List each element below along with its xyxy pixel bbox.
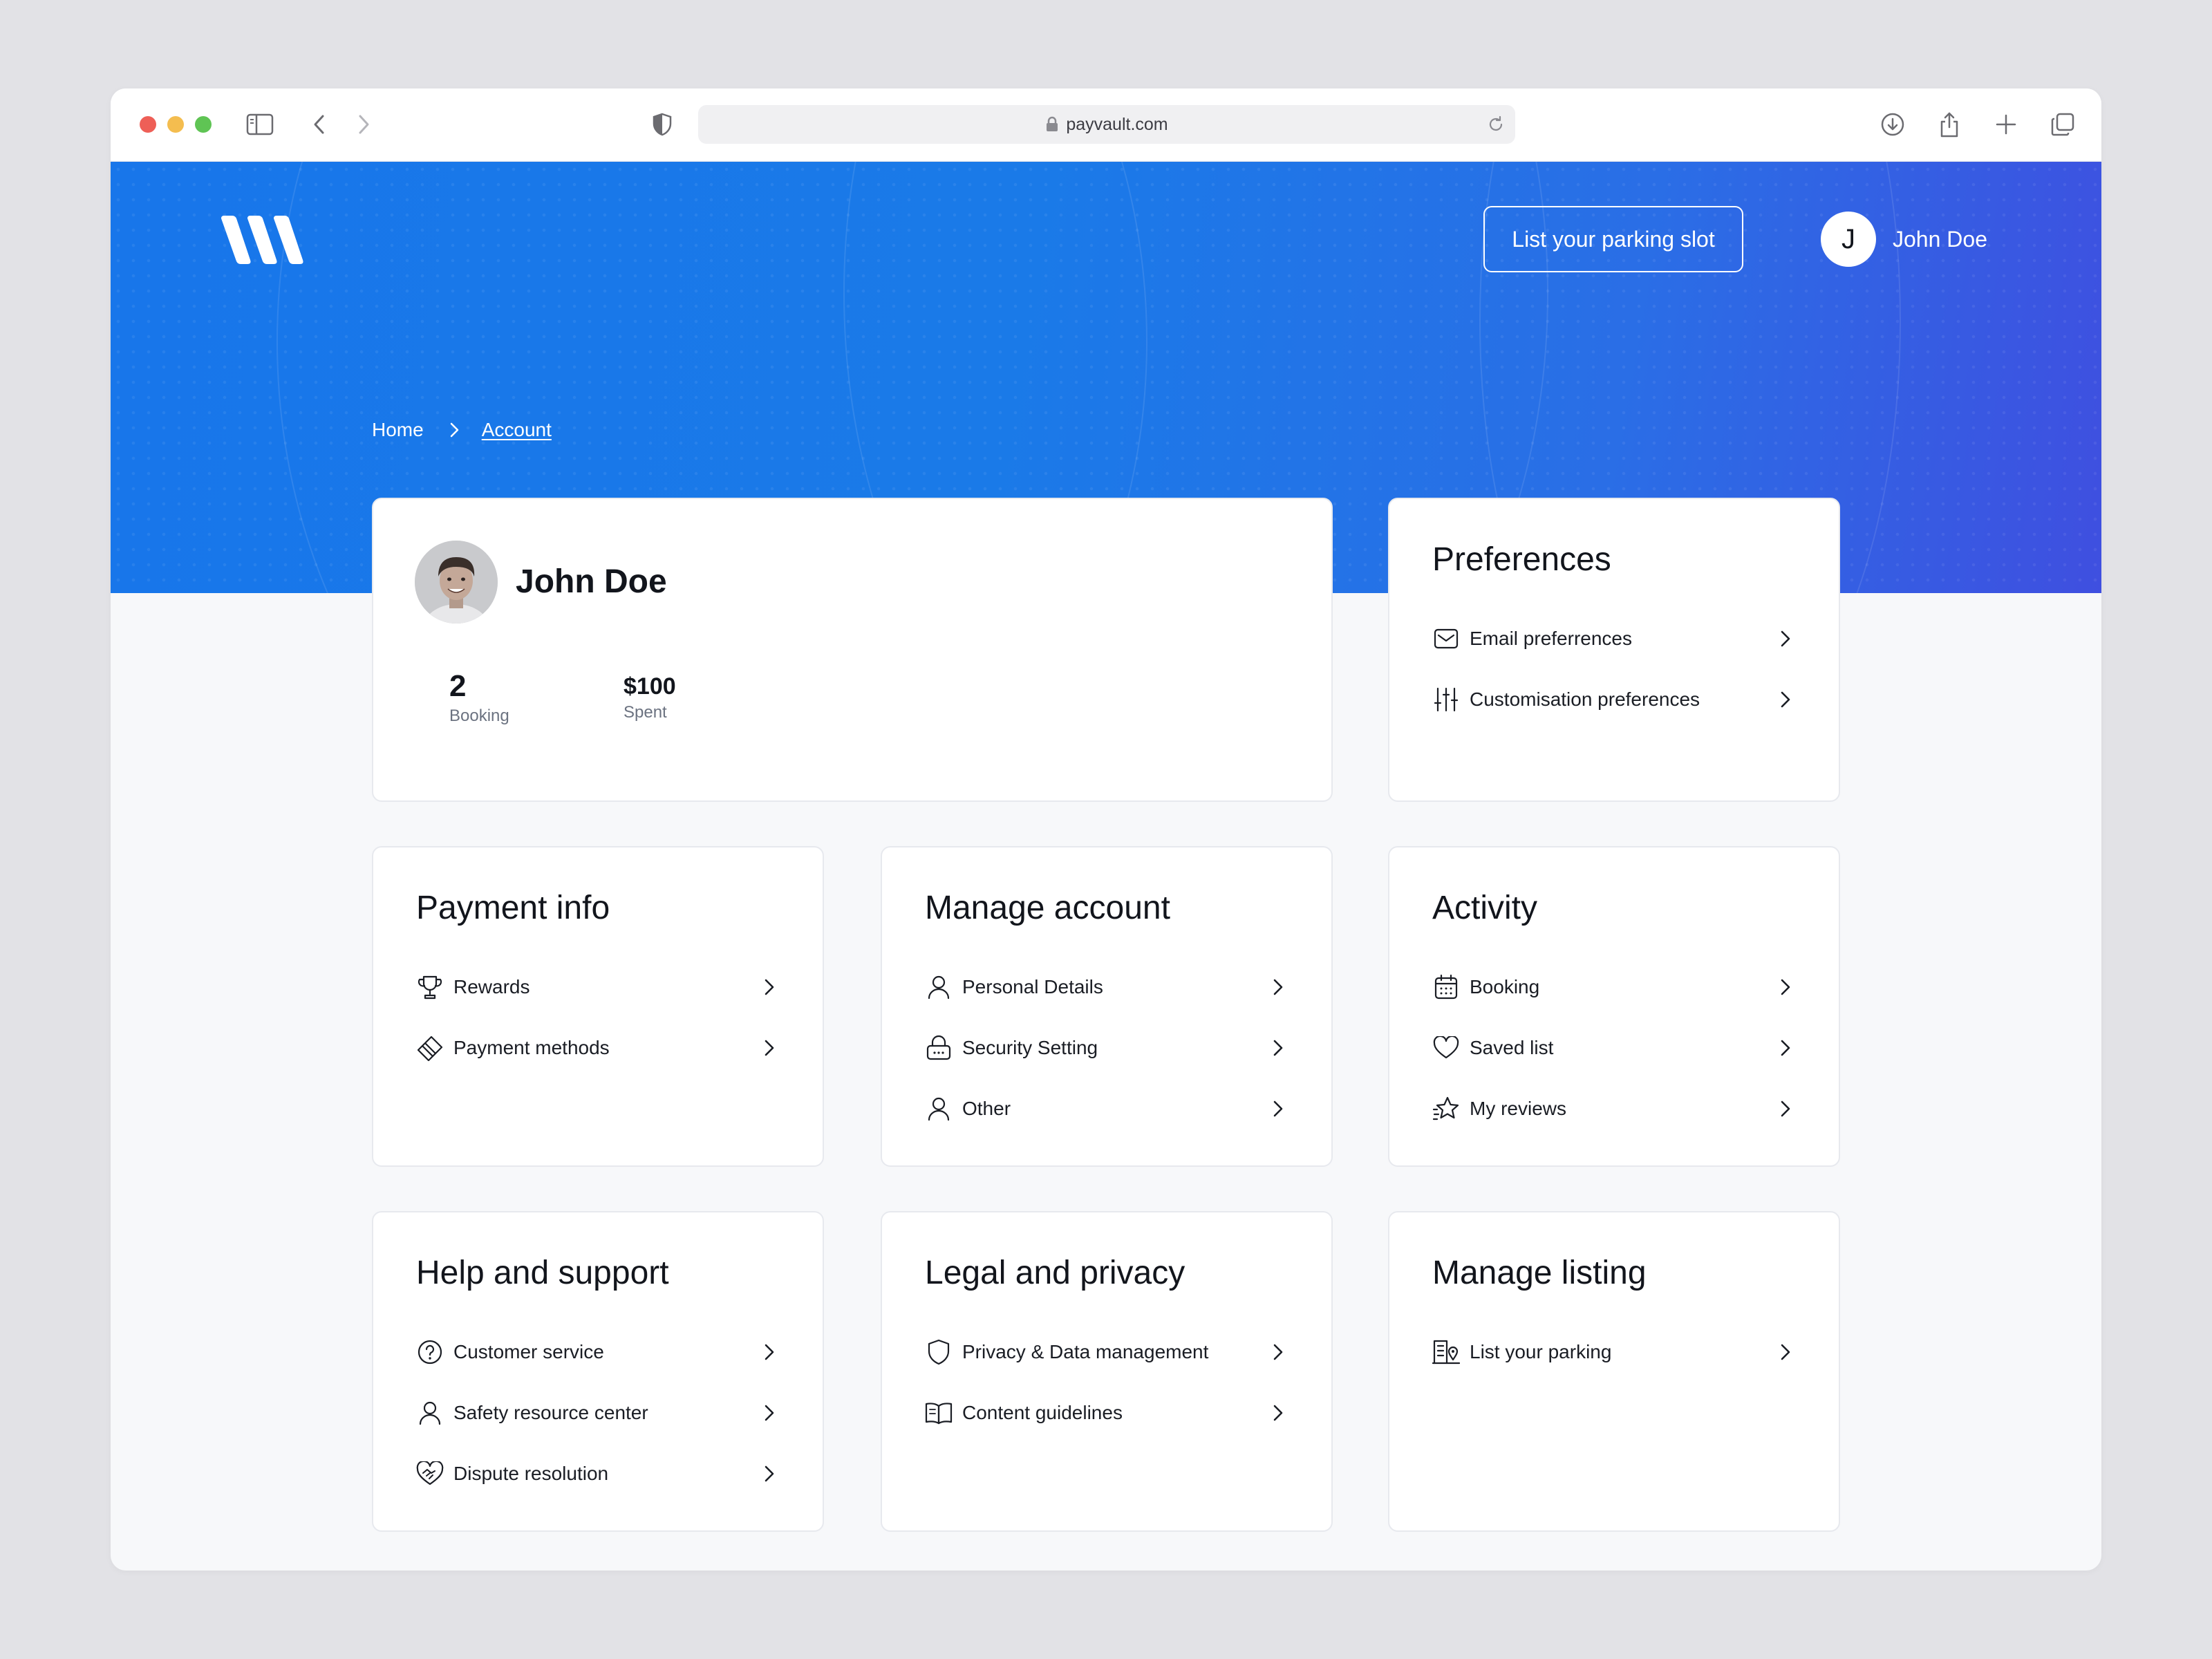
profile-card: John Doe 2 Booking $100 Spent <box>372 498 1333 802</box>
preferences-card: Preferences Email preferrences Customisa… <box>1388 498 1840 802</box>
privacy-shield-icon[interactable] <box>647 109 677 140</box>
customisation-preferences-item[interactable]: Customisation preferences <box>1432 680 1799 719</box>
tab-overview-icon[interactable] <box>2047 109 2078 140</box>
close-window-button[interactable] <box>140 116 156 133</box>
chevron-right-icon <box>1273 979 1283 995</box>
chevron-right-icon <box>1781 630 1790 647</box>
chevron-right-icon <box>1781 1344 1790 1360</box>
customer-service-item[interactable]: Customer service <box>416 1333 782 1371</box>
chevron-right-icon <box>765 1465 774 1482</box>
lock-icon <box>1047 116 1058 131</box>
chevron-right-icon <box>1273 1344 1283 1360</box>
avatar <box>415 541 498 624</box>
payment-info-title: Payment info <box>416 890 610 926</box>
help-support-title: Help and support <box>416 1255 669 1291</box>
sidebar-toggle-icon[interactable] <box>245 109 275 140</box>
breadcrumb-home-link[interactable]: Home <box>372 419 424 441</box>
share-icon[interactable] <box>1934 109 1965 140</box>
chevron-right-icon <box>1273 1405 1283 1421</box>
other-item[interactable]: Other <box>925 1089 1291 1128</box>
calendar-icon <box>1432 973 1460 1001</box>
brand-logo[interactable] <box>220 214 306 267</box>
star-icon <box>1432 1095 1460 1123</box>
lock-icon <box>925 1034 953 1062</box>
manage-account-title: Manage account <box>925 890 1170 926</box>
spent-amount: $100 <box>624 673 676 700</box>
chevron-right-icon <box>1781 691 1790 708</box>
chevron-right-icon <box>765 979 774 995</box>
building-pin-icon <box>1432 1338 1460 1366</box>
bookings-stat: 2 Booking <box>449 669 509 726</box>
saved-list-item[interactable]: Saved list <box>1432 1029 1799 1067</box>
address-bar[interactable]: payvault.com <box>698 105 1515 144</box>
chevron-right-icon <box>1781 1100 1790 1117</box>
back-icon[interactable] <box>304 109 335 140</box>
chevron-right-icon <box>765 1040 774 1056</box>
help-support-card: Help and support Customer service Safety… <box>372 1211 824 1532</box>
bookings-label: Booking <box>449 706 509 725</box>
list-your-parking-item[interactable]: List your parking <box>1432 1333 1799 1371</box>
legal-privacy-card: Legal and privacy Privacy & Data managem… <box>881 1211 1333 1532</box>
bookings-count: 2 <box>449 669 467 703</box>
spent-stat: $100 Spent <box>624 673 676 722</box>
user-icon <box>416 1399 444 1427</box>
browser-window: payvault.com List your parking slot J Jo… <box>111 88 2101 1571</box>
handshake-heart-icon <box>416 1460 444 1488</box>
personal-details-item[interactable]: Personal Details <box>925 968 1291 1006</box>
manage-listing-card: Manage listing List your parking <box>1388 1211 1840 1532</box>
chevron-right-icon <box>1273 1100 1283 1117</box>
breadcrumb: Home Account <box>372 419 552 441</box>
minimize-window-button[interactable] <box>167 116 184 133</box>
question-icon <box>416 1338 444 1366</box>
rewards-item[interactable]: Rewards <box>416 968 782 1006</box>
user-avatar[interactable]: J <box>1821 212 1876 267</box>
new-tab-icon[interactable] <box>1991 109 2021 140</box>
sliders-icon <box>1432 686 1460 713</box>
payment-methods-item[interactable]: Payment methods <box>416 1029 782 1067</box>
user-icon <box>925 1095 953 1123</box>
content-guidelines-item[interactable]: Content guidelines <box>925 1394 1291 1432</box>
browser-toolbar: payvault.com <box>111 88 2101 162</box>
header-user-name[interactable]: John Doe <box>1893 227 1987 252</box>
security-setting-item[interactable]: Security Setting <box>925 1029 1291 1067</box>
trophy-icon <box>416 973 444 1001</box>
url-text: payvault.com <box>1066 114 1168 134</box>
legal-privacy-title: Legal and privacy <box>925 1255 1185 1291</box>
profile-photo[interactable] <box>415 541 498 624</box>
manage-listing-title: Manage listing <box>1432 1255 1647 1291</box>
mail-icon <box>1432 625 1460 653</box>
list-parking-slot-button[interactable]: List your parking slot <box>1483 206 1743 272</box>
chevron-right-icon <box>1781 979 1790 995</box>
reload-icon[interactable] <box>1486 115 1506 134</box>
user-menu[interactable]: J John Doe <box>1821 210 1987 268</box>
card-icon <box>416 1034 444 1062</box>
my-reviews-item[interactable]: My reviews <box>1432 1089 1799 1128</box>
user-icon <box>925 973 953 1001</box>
download-icon[interactable] <box>1877 109 1908 140</box>
email-preferences-item[interactable]: Email preferrences <box>1432 619 1799 658</box>
chevron-right-icon <box>450 422 458 438</box>
payment-info-card: Payment info Rewards Payment methods <box>372 846 824 1167</box>
shield-icon <box>925 1338 953 1366</box>
chevron-right-icon <box>765 1344 774 1360</box>
dispute-resolution-item[interactable]: Dispute resolution <box>416 1454 782 1493</box>
spent-label: Spent <box>624 703 667 722</box>
activity-title: Activity <box>1432 890 1538 926</box>
booking-item[interactable]: Booking <box>1432 968 1799 1006</box>
privacy-data-management-item[interactable]: Privacy & Data management <box>925 1333 1291 1371</box>
activity-card: Activity Booking Saved list My reviews <box>1388 846 1840 1167</box>
chevron-right-icon <box>765 1405 774 1421</box>
manage-account-card: Manage account Personal Details Security… <box>881 846 1333 1167</box>
breadcrumb-current[interactable]: Account <box>482 419 552 441</box>
chevron-right-icon <box>1781 1040 1790 1056</box>
zoom-window-button[interactable] <box>195 116 212 133</box>
forward-icon[interactable] <box>348 109 379 140</box>
book-icon <box>925 1399 953 1427</box>
chevron-right-icon <box>1273 1040 1283 1056</box>
heart-icon <box>1432 1034 1460 1062</box>
profile-name: John Doe <box>516 563 667 600</box>
safety-resource-center-item[interactable]: Safety resource center <box>416 1394 782 1432</box>
preferences-title: Preferences <box>1432 541 1611 578</box>
